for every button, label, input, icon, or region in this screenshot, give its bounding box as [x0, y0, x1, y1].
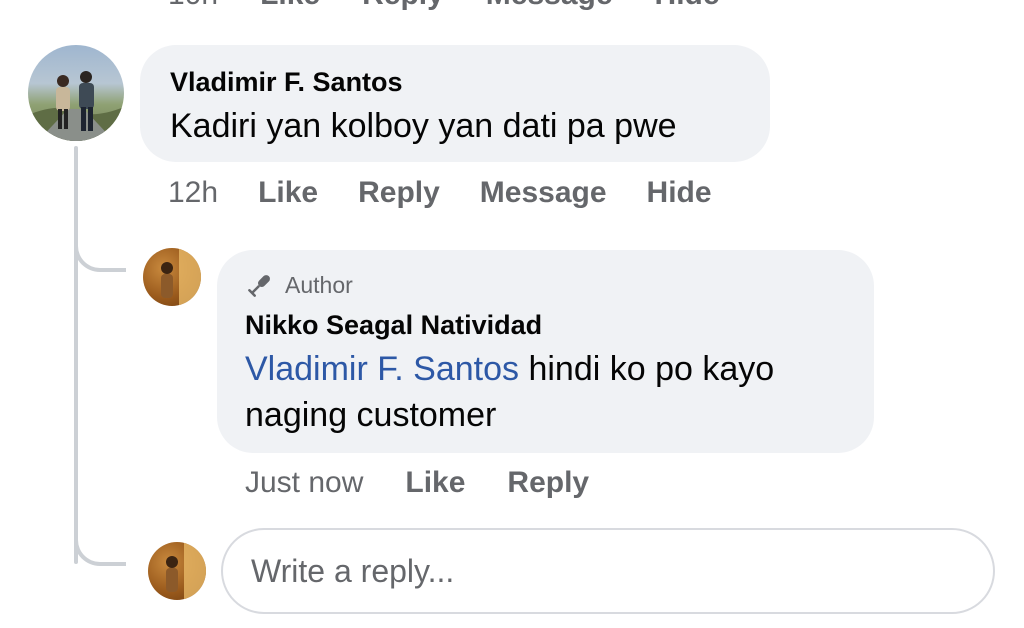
reply-bubble: Author Nikko Seagal Natividad Vladimir F…	[217, 250, 874, 453]
hide-button[interactable]: Hide	[647, 176, 712, 210]
thread-connector-input	[74, 538, 126, 566]
previous-like-button[interactable]: Like	[260, 0, 320, 12]
reply-input-placeholder: Write a reply...	[251, 552, 455, 589]
reply-reply-button[interactable]: Reply	[507, 466, 589, 500]
comment-timestamp[interactable]: 12h	[168, 176, 218, 210]
comment-actions: 12h Like Reply Message Hide	[168, 176, 712, 210]
previous-comment-actions: 10h Like Reply Message Hide	[168, 0, 720, 12]
reply-input[interactable]: Write a reply...	[221, 528, 995, 614]
like-button[interactable]: Like	[258, 176, 318, 210]
reply-avatar[interactable]	[143, 248, 201, 306]
avatar-photo-icon	[166, 542, 206, 600]
avatar[interactable]	[28, 45, 124, 141]
previous-hide-button[interactable]: Hide	[655, 0, 720, 12]
reply-actions: Just now Like Reply	[245, 466, 589, 500]
reply-like-button[interactable]: Like	[405, 466, 465, 500]
previous-reply-button[interactable]: Reply	[362, 0, 444, 12]
comment-author-name[interactable]: Vladimir F. Santos	[170, 65, 740, 99]
reply-button[interactable]: Reply	[358, 176, 440, 210]
comment-text: Kadiri yan kolboy yan dati pa pwe	[170, 107, 677, 145]
microphone-icon	[248, 275, 270, 297]
author-badge: Author	[245, 270, 846, 300]
comment-bubble: Vladimir F. Santos Kadiri yan kolboy yan…	[140, 45, 770, 162]
composer-avatar	[148, 542, 206, 600]
thread-connector-reply	[74, 244, 126, 272]
author-badge-label: Author	[285, 272, 353, 298]
mention-link[interactable]: Vladimir F. Santos	[245, 350, 519, 388]
avatar-photo-icon	[161, 248, 201, 306]
previous-message-button[interactable]: Message	[486, 0, 613, 12]
reply-text: Vladimir F. Santos hindi ko po kayo nagi…	[245, 346, 846, 438]
reply-author-name[interactable]: Nikko Seagal Natividad	[245, 308, 846, 342]
previous-timestamp: 10h	[168, 0, 218, 12]
thread-line	[74, 146, 78, 564]
avatar-photo-icon	[28, 71, 124, 141]
reply-timestamp[interactable]: Just now	[245, 466, 363, 500]
message-button[interactable]: Message	[480, 176, 607, 210]
